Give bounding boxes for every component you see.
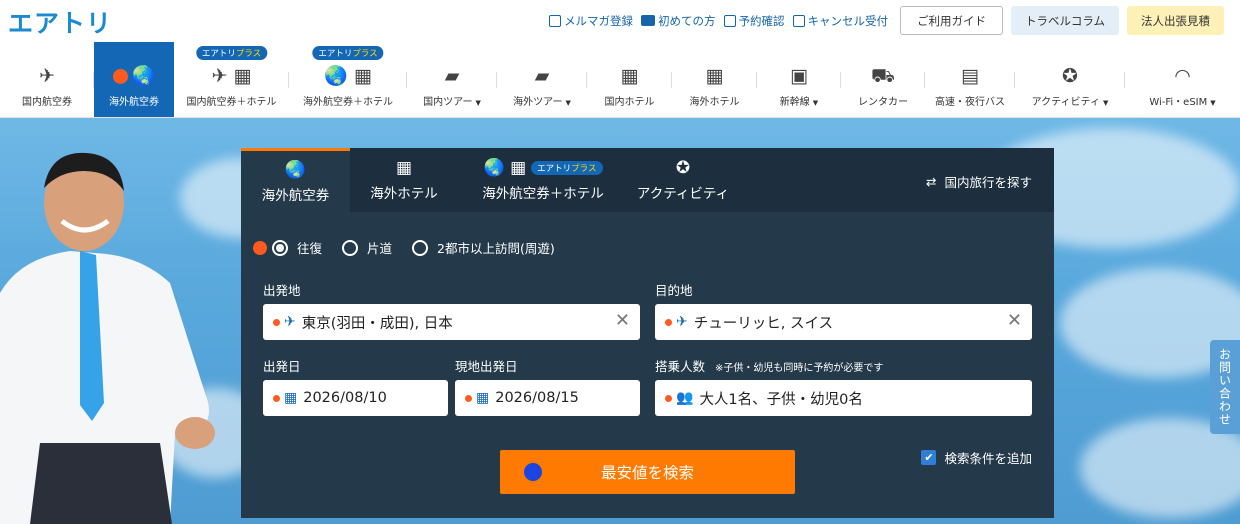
caret-down-icon: ▼ [565,99,571,107]
mail-icon [549,14,562,27]
tab-activity[interactable]: ✪ アクティビティ [628,148,738,212]
add-conditions-toggle[interactable]: ✔ 検索条件を追加 [921,448,1032,467]
globe-plane-icon: 🌏 [131,65,156,87]
tab-intl-hotel[interactable]: ▦ 海外ホテル [350,148,458,212]
newsletter-link[interactable]: メルマガ登録 [549,13,633,29]
new-icon [641,15,656,26]
calendar-icon [723,14,736,27]
train-icon: ▣ [790,65,808,87]
clear-icon[interactable]: ✕ [615,311,630,331]
nav-domestic-tour[interactable]: ▰ 国内ツアー ▼ [407,42,497,117]
domestic-travel-link[interactable]: ⇄ 国内旅行を探す [926,172,1032,191]
plus-badge: エアトリプラス [531,161,603,175]
search-tabs: 🌏 海外航空券 ▦ 海外ホテル 🌏 ▦ エアトリプラス 海外航空券＋ホテル ✪ ア… [241,148,1054,212]
radio-round-trip[interactable]: 往復 [253,238,322,257]
site-logo[interactable]: エアトリ [8,4,112,40]
top-header: エアトリ メルマガ登録 初めての方 予約確認 キャンセル受付 ご利用ガイド トラ… [0,0,1240,42]
trip-type-group: 往復 片道 2都市以上訪問(周遊) [253,238,555,257]
checkbox-icon: ✔ [921,450,937,465]
nav-shinkansen[interactable]: ▣ 新幹線 ▼ [757,42,841,117]
suitcase-icon: ▰ [444,65,460,87]
return-date-field[interactable]: ▦ 2026/08/15 [455,380,640,416]
caret-down-icon: ▼ [1102,99,1109,107]
radio-multi-city[interactable]: 2都市以上訪問(周遊) [412,238,555,257]
origin-field[interactable]: ✈ 東京(羽田・成田), 日本 ✕ [263,304,640,340]
blue-marker [524,463,542,481]
nav-rental-car[interactable]: ⛟ レンタカー [841,42,925,117]
travel-column-button[interactable]: トラベルコラム [1011,6,1119,35]
plane-hotel-icon: ✈ ▦ [211,65,252,87]
return-date-label: 現地出発日 [455,359,518,374]
reservation-check-link[interactable]: 予約確認 [723,13,785,29]
globe-hotel-icon: 🌏 ▦ [483,158,527,178]
wifi-icon: ◠ [1174,65,1191,87]
caret-down-icon: ▼ [1210,99,1216,107]
nav-wifi[interactable]: ◠ Wi-Fi・eSIM ▼ [1125,42,1240,117]
depart-date-label: 出発日 [263,359,301,374]
spokesperson-image [0,152,215,524]
nav-intl-tour[interactable]: ▰ 海外ツアー ▼ [497,42,587,117]
cancel-link[interactable]: キャンセル受付 [792,13,888,29]
activity-icon: ✪ [1062,65,1078,87]
business-quote-button[interactable]: 法人出張見積 [1127,6,1224,35]
destination-label: 目的地 [655,283,693,298]
calendar-icon: ▦ [476,390,490,406]
nav-domestic-flight-hotel[interactable]: エアトリプラス ✈ ▦ 国内航空券＋ホテル [174,42,289,117]
nav-bus[interactable]: ▤ 高速・夜行バス [925,42,1015,117]
nav-activity[interactable]: ✪ アクティビティ ▼ [1015,42,1125,117]
departure-plane-icon: ✈ [284,314,296,330]
clear-icon[interactable]: ✕ [1007,311,1022,331]
nav-intl-flight[interactable]: 🌏 海外航空券 [94,42,174,117]
main-nav: ✈ 国内航空券 🌏 海外航空券 エアトリプラス ✈ ▦ 国内航空券＋ホテル エア… [0,42,1240,118]
people-icon: 👥 [676,390,694,406]
car-icon: ⛟ [871,65,895,87]
hotel-icon: ▦ [395,158,413,178]
caret-down-icon: ▼ [475,99,481,107]
caret-down-icon: ▼ [812,99,819,107]
depart-date-field[interactable]: ▦ 2026/08/10 [263,380,448,416]
contact-side-tab[interactable]: お問い合わせ [1210,340,1240,434]
nav-domestic-hotel[interactable]: ▦ 国内ホテル [587,42,672,117]
nav-intl-flight-hotel[interactable]: エアトリプラス 🌏 ▦ 海外航空券＋ホテル [289,42,407,117]
passenger-label: 搭乗人数 ※子供・幼児も同時に予約が必要です [655,359,884,374]
passenger-note: ※子供・幼児も同時に予約が必要です [715,363,884,374]
header-links: メルマガ登録 初めての方 予約確認 キャンセル受付 ご利用ガイド トラベルコラム… [549,6,1224,35]
orange-marker [112,68,128,84]
passenger-field[interactable]: 👥 大人1名、子供・幼児0名 [655,380,1032,416]
airplane-icon: ✈ [39,65,55,87]
guide-button[interactable]: ご利用ガイド [900,6,1004,35]
globe-hotel-icon: 🌏 ▦ [324,65,372,87]
plus-badge: エアトリプラス [312,46,384,60]
search-panel: 🌏 海外航空券 ▦ 海外ホテル 🌏 ▦ エアトリプラス 海外航空券＋ホテル ✪ ア… [241,148,1054,518]
hotel-icon: ▦ [620,65,639,87]
search-lowest-fare-button[interactable]: 最安値を検索 [500,450,795,494]
bus-icon: ▤ [961,65,979,87]
cancel-calendar-icon [792,14,805,27]
suitcase-icon: ▰ [534,65,550,87]
nav-domestic-flight[interactable]: ✈ 国内航空券 [0,42,94,117]
tab-intl-flight-hotel[interactable]: 🌏 ▦ エアトリプラス 海外航空券＋ホテル [458,148,628,212]
destination-field[interactable]: ✈ チューリッヒ, スイス ✕ [655,304,1032,340]
arrival-plane-icon: ✈ [676,314,688,330]
first-time-link[interactable]: 初めての方 [641,13,716,29]
plus-badge: エアトリプラス [195,46,268,60]
hotel-icon: ▦ [705,65,724,87]
origin-label: 出発地 [263,283,301,298]
radio-one-way[interactable]: 片道 [342,238,392,257]
nav-intl-hotel[interactable]: ▦ 海外ホテル [672,42,757,117]
swap-arrows-icon: ⇄ [926,174,937,189]
orange-marker [253,240,267,255]
activity-icon: ✪ [675,158,691,178]
globe-plane-icon: 🌏 [284,159,307,180]
calendar-icon: ▦ [284,390,298,406]
tab-intl-flight[interactable]: 🌏 海外航空券 [241,148,350,212]
